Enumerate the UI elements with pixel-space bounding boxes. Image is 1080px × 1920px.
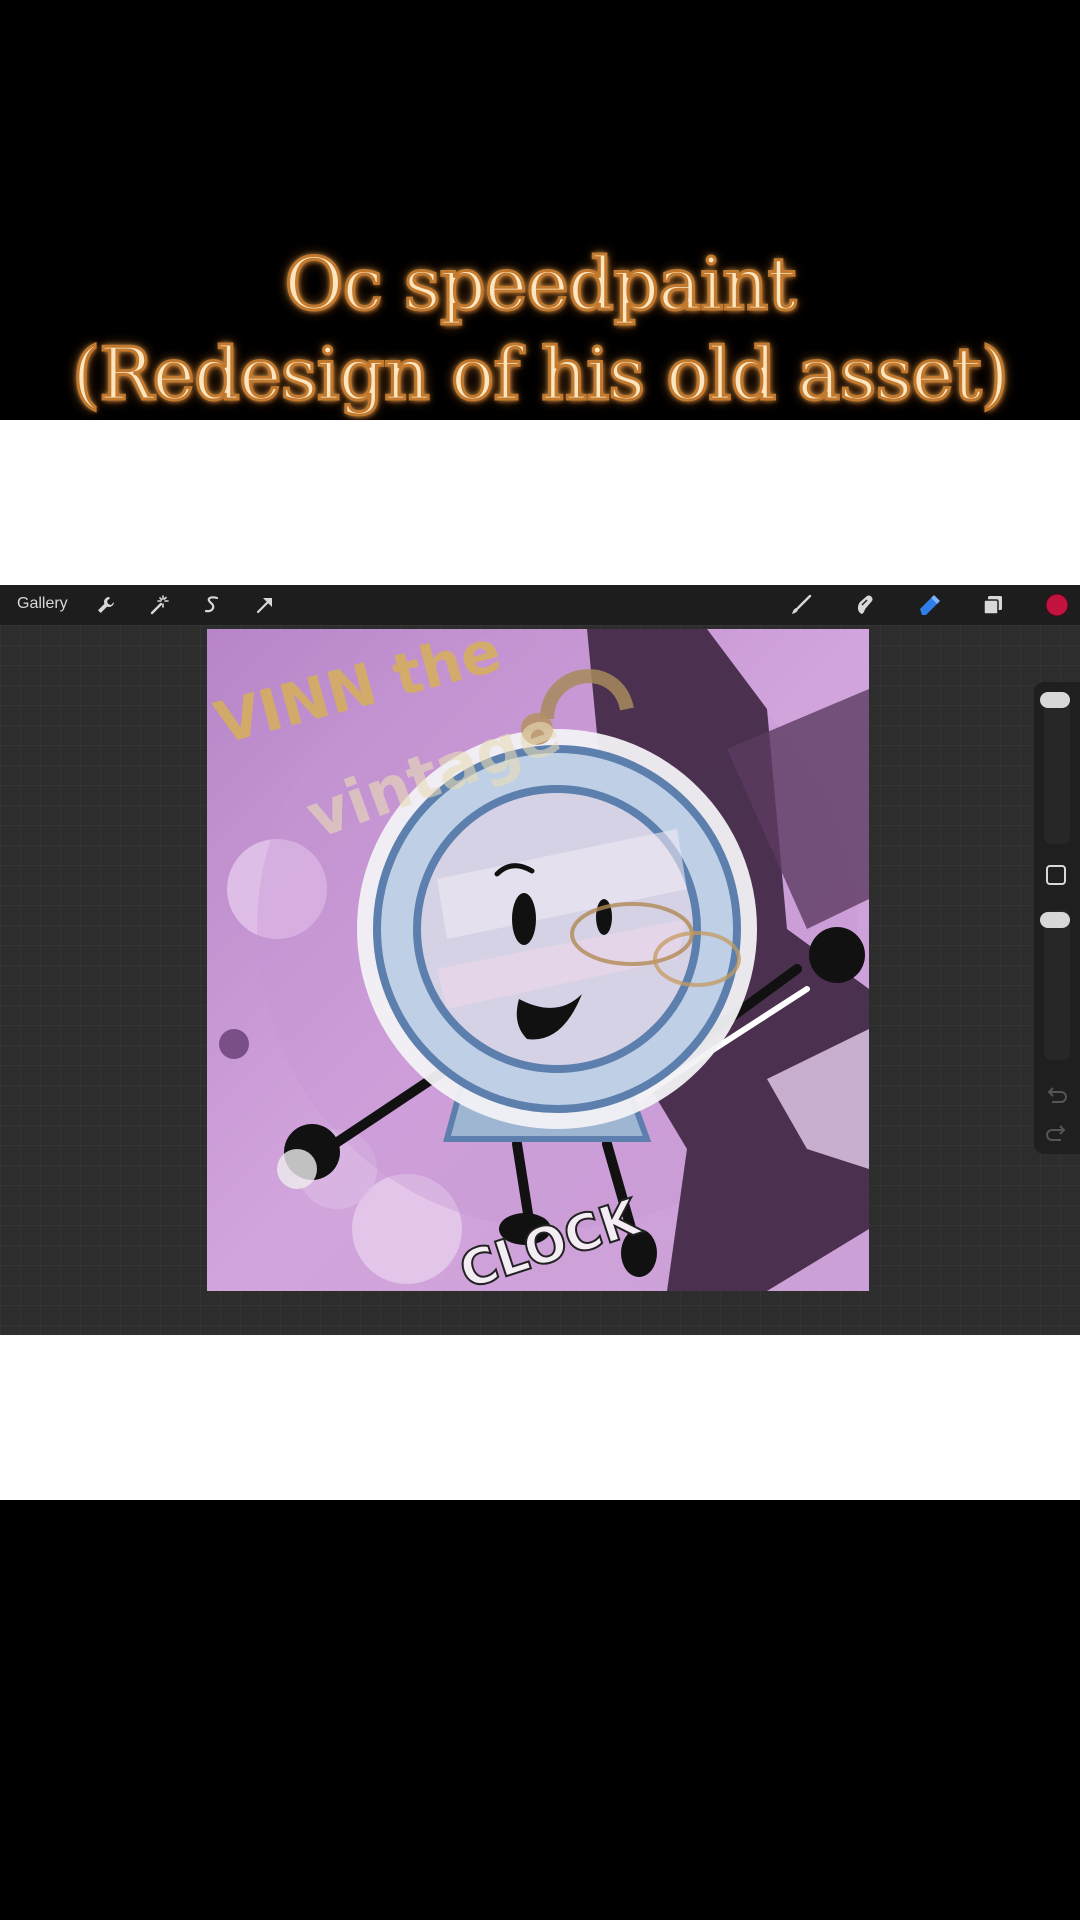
undo-button[interactable] xyxy=(1047,1087,1067,1103)
brush-size-slider[interactable] xyxy=(1040,692,1070,844)
caption-area: Oc speedpaint (Redesign of his old asset… xyxy=(0,0,1080,420)
magic-wand-icon[interactable] xyxy=(147,593,171,617)
opacity-slider[interactable] xyxy=(1040,910,1070,1060)
side-slider-panel xyxy=(1034,682,1080,1154)
eraser-icon[interactable] xyxy=(917,593,941,617)
artwork-canvas[interactable]: VINN the vintage CLOCK xyxy=(207,629,869,1291)
caption-subtitle: (Redesign of his old asset) xyxy=(71,331,1011,418)
brush-icon[interactable] xyxy=(789,593,813,617)
layers-icon[interactable] xyxy=(981,593,1005,617)
caption-title: Oc speedpaint xyxy=(283,241,798,328)
modify-button[interactable] xyxy=(1046,865,1066,885)
selection-icon[interactable] xyxy=(200,593,224,617)
top-toolbar: Gallery xyxy=(0,585,1080,625)
wrench-icon[interactable] xyxy=(94,593,118,617)
transform-arrow-icon[interactable] xyxy=(253,593,277,617)
color-swatch[interactable] xyxy=(1045,593,1069,617)
redo-button[interactable] xyxy=(1046,1125,1066,1141)
smudge-icon[interactable] xyxy=(853,593,877,617)
gallery-button[interactable]: Gallery xyxy=(17,595,68,613)
letterbox-bottom xyxy=(0,1335,1080,1500)
letterbox-top xyxy=(0,420,1080,585)
